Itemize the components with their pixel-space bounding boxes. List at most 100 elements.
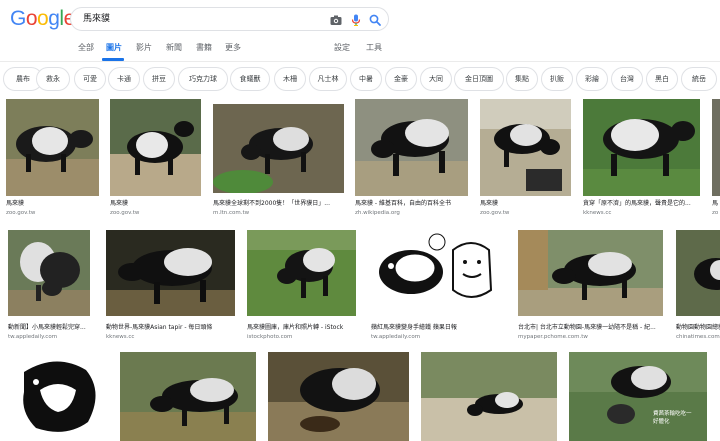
result-source: istockphoto.com	[247, 334, 293, 340]
image-result[interactable]: 貪穿「原不濟」的馬來貘，聲貴是它的... kknews.cc	[583, 99, 700, 219]
result-source: kknews.cc	[583, 210, 612, 216]
result-source: m.ltn.com.tw	[213, 210, 250, 216]
image-result[interactable]: 費茜茶輸吃吃一 好體化	[569, 352, 707, 441]
image-result[interactable]	[6, 352, 108, 441]
result-source: tw.appledaily.com	[371, 334, 421, 340]
image-overlay-text: 費茜茶輸吃吃一 好體化	[653, 411, 692, 425]
logo-letter: o	[25, 7, 38, 30]
image-result[interactable]: 馬來貘 zoo.gov.tw	[110, 99, 201, 219]
tapir-photo	[8, 230, 90, 316]
chip[interactable]: 巧克力球	[178, 67, 228, 91]
tapir-photo	[355, 99, 468, 196]
image-result[interactable]: 動物世界-馬來貘Asian tapir - 每日頭條 kknews.cc	[106, 230, 235, 345]
image-result[interactable]: 動新聞】小馬來貘輕鬆完穿... tw.appledaily.com	[8, 230, 90, 345]
search-tabs: 全部 圖片 影片 新聞 書籍 更多 設定 工具	[0, 40, 720, 60]
chip[interactable]: 台灣	[611, 67, 643, 91]
related-chips: 農布 救永 可愛 卡通 拼豆 巧克力球 食蟻獸 木柵 凡士林 中暑 金豪 大同 …	[0, 67, 720, 91]
result-source: zoo.gov.tw	[480, 210, 510, 216]
tapir-photo	[268, 352, 409, 441]
google-logo[interactable]: Google	[10, 8, 75, 30]
chip[interactable]: 集點	[506, 67, 538, 91]
tapir-photo	[583, 99, 700, 196]
result-source: chinatimes.com	[676, 334, 720, 340]
image-result[interactable]: 馬來貘 zoo.gov.tw	[6, 99, 99, 219]
tab-settings[interactable]: 設定	[334, 42, 350, 54]
image-result[interactable]: 蘋紅馬來貘變身手繪鐵 蘋果日報 tw.appledaily.com	[371, 230, 504, 345]
result-caption: 馬來貘	[6, 200, 25, 207]
image-result[interactable]: 馬 zo	[712, 99, 720, 219]
image-result[interactable]: 馬來貘全球剩不到2000隻！「世界貘日」... m.ltn.com.tw	[213, 99, 344, 219]
image-result[interactable]	[421, 352, 557, 441]
image-result[interactable]: 馬來貘 - 維基百科，自由的百科全书 zh.wikipedia.org	[355, 99, 468, 219]
chip[interactable]: 救永	[36, 67, 70, 91]
result-source: zoo.gov.tw	[110, 210, 140, 216]
result-caption: 貪穿「原不濟」的馬來貘，聲貴是它的...	[583, 200, 691, 207]
result-caption: 馬來貘	[110, 200, 129, 207]
image-result[interactable]: 台北市| 台北市立動物園-馬來貘一幼隨不是稱 - 紀... mypaper.pc…	[518, 230, 663, 345]
result-source: zo	[712, 210, 719, 216]
image-result[interactable]	[120, 352, 256, 441]
chip[interactable]: 可愛	[74, 67, 106, 91]
tab-images[interactable]: 圖片	[106, 42, 122, 54]
tab-books[interactable]: 書籍	[196, 42, 212, 54]
image-result[interactable]	[268, 352, 409, 441]
tapir-photo	[421, 352, 557, 441]
tab-videos[interactable]: 影片	[136, 42, 152, 54]
image-result[interactable]: 動物園動物園總貘 chinatimes.com	[676, 230, 720, 345]
result-caption: 動物世界-馬來貘Asian tapir - 每日頭條	[106, 324, 213, 331]
search-query-text: 馬來貘	[83, 14, 111, 24]
image-result[interactable]: 馬來貘圖庫，庫片和照片轉 - iStock istockphoto.com	[247, 230, 356, 345]
result-caption: 蘋紅馬來貘變身手繪鐵 蘋果日報	[371, 324, 457, 331]
tab-tools[interactable]: 工具	[366, 42, 382, 54]
result-caption: 台北市| 台北市立動物園-馬來貘一幼隨不是稱 - 紀...	[518, 324, 656, 331]
chip[interactable]: 金日頂圖	[454, 67, 504, 91]
chip[interactable]: 木柵	[274, 67, 306, 91]
tab-all[interactable]: 全部	[78, 42, 94, 54]
chip[interactable]: 彩繪	[576, 67, 608, 91]
result-caption: 馬來貘	[480, 200, 499, 207]
chip[interactable]: 大同	[420, 67, 452, 91]
chip[interactable]: 卡通	[108, 67, 140, 91]
search-input[interactable]: 馬來貘	[70, 7, 389, 31]
chip[interactable]: 黑白	[646, 67, 678, 91]
logo-letter: g	[48, 7, 60, 30]
tapir-photo	[480, 99, 571, 196]
result-caption: 馬來貘圖庫，庫片和照片轉 - iStock	[247, 324, 344, 331]
result-caption: 動物園動物園總貘	[676, 324, 720, 331]
tapir-photo	[247, 230, 356, 316]
chip[interactable]: 中暑	[350, 67, 382, 91]
google-images-page: Google 馬來貘 全部 圖片 影片 新聞 書籍 更多 設定 工具 農布 救永…	[0, 0, 720, 441]
tapir-photo	[6, 99, 99, 196]
result-source: tw.appledaily.com	[8, 334, 58, 340]
result-source: zh.wikipedia.org	[355, 210, 400, 216]
result-caption: 馬來貘全球剩不到2000隻！「世界貘日」...	[213, 200, 330, 207]
chip[interactable]: 統岳	[681, 67, 717, 91]
logo-letter: G	[10, 7, 26, 30]
tapir-photo	[518, 230, 663, 316]
tapir-silhouette	[6, 352, 108, 441]
tapir-photo	[120, 352, 256, 441]
chip[interactable]: 金豪	[385, 67, 417, 91]
chip[interactable]: 扒飯	[541, 67, 573, 91]
chip[interactable]: 拼豆	[143, 67, 175, 91]
mic-icon[interactable]	[349, 13, 363, 27]
tab-more[interactable]: 更多	[225, 42, 241, 54]
tapir-photo	[712, 99, 720, 196]
header-divider	[0, 61, 720, 62]
chip[interactable]: 食蟻獸	[230, 67, 270, 91]
tapir-photo	[213, 104, 344, 193]
search-icon[interactable]	[368, 13, 382, 27]
tapir-cartoon	[371, 230, 504, 316]
tapir-photo: 費茜茶輸吃吃一 好體化	[569, 352, 707, 441]
tapir-photo	[106, 230, 235, 316]
tab-news[interactable]: 新聞	[166, 42, 182, 54]
camera-icon[interactable]	[329, 13, 343, 27]
result-caption: 馬	[712, 200, 719, 207]
tapir-photo	[110, 99, 201, 196]
chip[interactable]: 凡士林	[309, 67, 347, 91]
result-source: mypaper.pchome.com.tw	[518, 334, 588, 340]
result-source: kknews.cc	[106, 334, 135, 340]
image-result[interactable]: 馬來貘 zoo.gov.tw	[480, 99, 571, 219]
result-caption: 動新聞】小馬來貘輕鬆完穿...	[8, 324, 86, 331]
result-caption: 馬來貘 - 維基百科，自由的百科全书	[355, 200, 451, 207]
